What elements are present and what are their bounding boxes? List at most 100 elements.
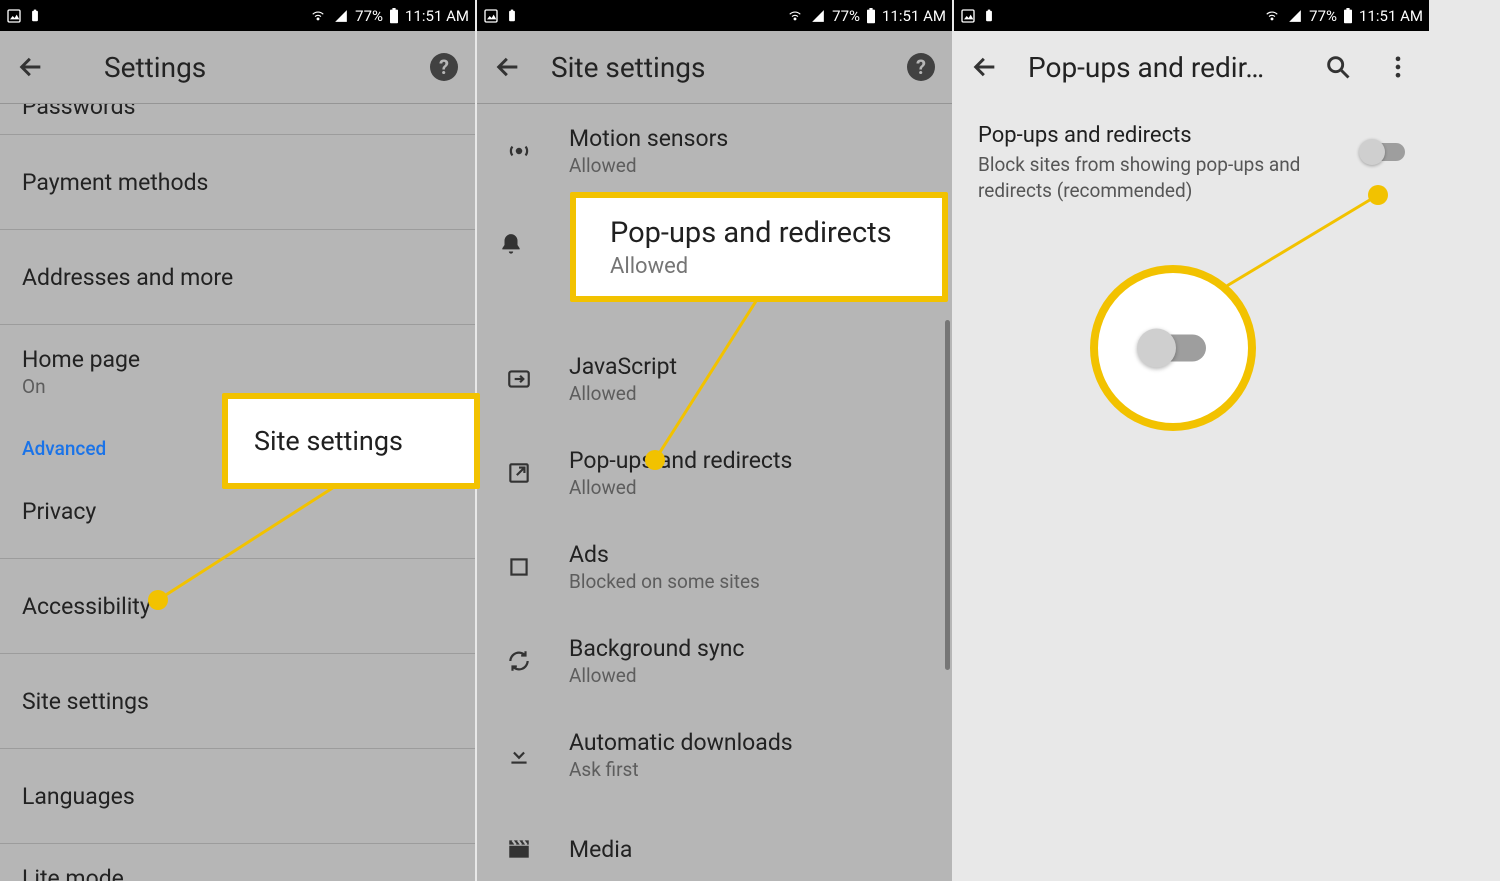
list-item-label: Automatic downloads <box>569 729 793 756</box>
help-button[interactable]: ? <box>904 50 938 84</box>
open-new-icon <box>499 460 539 486</box>
popup-toggle-row[interactable]: Pop-ups and redirects Block sites from s… <box>954 103 1429 203</box>
list-item-sub: Ask first <box>569 758 793 781</box>
settings-list: Payment methods Addresses and more Home … <box>0 135 475 881</box>
list-item-javascript[interactable]: JavaScript Allowed <box>477 332 952 426</box>
battery-icon <box>866 8 876 24</box>
battery-icon <box>1343 8 1353 24</box>
status-bar: 77% 11:51 AM <box>0 0 475 31</box>
clapper-icon <box>499 836 539 862</box>
clock: 11:51 AM <box>405 7 469 25</box>
screen-site-settings: 77% 11:51 AM Site settings ? Motion sens… <box>477 0 952 881</box>
list-item-label: Motion sensors <box>569 125 728 152</box>
callout-label: Pop-ups and redirects <box>610 216 942 250</box>
list-item-sub: Allowed <box>569 382 677 405</box>
list-item-languages[interactable]: Languages <box>0 749 475 844</box>
page-title: Pop-ups and redir… <box>1028 51 1295 84</box>
list-item-payment-methods[interactable]: Payment methods <box>0 135 475 230</box>
app-bar: Pop-ups and redir… <box>954 31 1429 103</box>
list-item-label: Privacy <box>22 498 96 525</box>
help-icon: ? <box>430 53 458 81</box>
list-item-label: Payment methods <box>22 169 208 196</box>
list-item-label: Lite mode <box>22 865 124 881</box>
page-title: Site settings <box>551 51 878 84</box>
list-item-sub: Allowed <box>569 664 744 687</box>
callout-toggle-zoom <box>1090 265 1256 431</box>
callout-sub: Allowed <box>610 254 942 279</box>
image-icon <box>483 8 499 24</box>
battery-percent: 77% <box>1309 7 1337 25</box>
popup-toggle[interactable] <box>1361 143 1405 161</box>
overflow-menu-button[interactable] <box>1381 50 1415 84</box>
list-item-label: Home page <box>22 346 140 373</box>
image-icon <box>960 8 976 24</box>
popup-row-title: Pop-ups and redirects <box>978 123 1343 148</box>
list-item-label: Media <box>569 836 632 863</box>
list-item-label: Ads <box>569 541 760 568</box>
list-item-label: Addresses and more <box>22 264 233 291</box>
list-item-media[interactable]: Media <box>477 802 952 881</box>
download-icon <box>499 742 539 768</box>
page-title: Settings <box>104 51 401 84</box>
callout-popups: Pop-ups and redirects Allowed <box>570 192 948 302</box>
status-bar: 77% 11:51 AM <box>477 0 952 31</box>
search-button[interactable] <box>1321 50 1355 84</box>
list-item-sub: Allowed <box>569 154 728 177</box>
bell-icon <box>498 232 524 262</box>
sync-icon <box>499 648 539 674</box>
more-vert-icon <box>1384 53 1412 81</box>
battery-saver-icon <box>28 8 42 24</box>
screen-popups-redirects: 77% 11:51 AM Pop-ups and redir… Pop-ups … <box>954 0 1429 881</box>
list-item-label: Background sync <box>569 635 744 662</box>
battery-saver-icon <box>505 8 519 24</box>
signal-icon <box>1287 9 1303 23</box>
help-icon: ? <box>907 53 935 81</box>
status-bar: 77% 11:51 AM <box>954 0 1429 31</box>
toggle-zoomed <box>1140 335 1206 362</box>
signal-icon <box>810 9 826 23</box>
list-item-auto-downloads[interactable]: Automatic downloads Ask first <box>477 708 952 802</box>
popup-row-sub: Block sites from showing pop-ups and red… <box>978 152 1308 203</box>
list-item-cut[interactable]: Passwords <box>0 104 475 135</box>
image-icon <box>6 8 22 24</box>
help-button[interactable]: ? <box>427 50 461 84</box>
wifi-icon <box>309 9 327 23</box>
wifi-icon <box>786 9 804 23</box>
square-icon <box>499 554 539 580</box>
battery-percent: 77% <box>832 7 860 25</box>
battery-saver-icon <box>982 8 996 24</box>
list-item-label: Accessibility <box>22 593 151 620</box>
tab-arrow-icon <box>499 366 539 392</box>
list-item-ads[interactable]: Ads Blocked on some sites <box>477 520 952 614</box>
list-item-site-settings[interactable]: Site settings <box>0 654 475 749</box>
search-icon <box>1324 53 1352 81</box>
list-item-addresses[interactable]: Addresses and more <box>0 230 475 325</box>
back-button[interactable] <box>968 50 1002 84</box>
list-item-popups-2[interactable]: Pop-ups and redirects Allowed <box>477 426 952 520</box>
app-bar: Settings ? <box>0 31 475 104</box>
list-item-lite-mode[interactable]: Lite mode Off <box>0 844 475 881</box>
wifi-icon <box>1263 9 1281 23</box>
list-item-motion-sensors[interactable]: Motion sensors Allowed <box>477 104 952 198</box>
callout-site-settings: Site settings <box>222 393 480 489</box>
clock: 11:51 AM <box>882 7 946 25</box>
list-item-label: JavaScript <box>569 353 677 380</box>
clock: 11:51 AM <box>1359 7 1423 25</box>
battery-percent: 77% <box>355 7 383 25</box>
list-item-label: Pop-ups and redirects <box>569 447 792 474</box>
list-item-sub: Blocked on some sites <box>569 570 760 593</box>
callout-label: Site settings <box>254 425 474 457</box>
back-button[interactable] <box>491 50 525 84</box>
list-item-label: Site settings <box>22 688 149 715</box>
list-item-accessibility[interactable]: Accessibility <box>0 559 475 654</box>
back-button[interactable] <box>14 50 48 84</box>
signal-icon <box>333 9 349 23</box>
motion-icon <box>499 138 539 164</box>
list-item-sub: On <box>22 375 140 398</box>
scrollbar[interactable] <box>945 320 950 670</box>
list-item-background-sync[interactable]: Background sync Allowed <box>477 614 952 708</box>
list-item-label: Languages <box>22 783 135 810</box>
battery-icon <box>389 8 399 24</box>
app-bar: Site settings ? <box>477 31 952 104</box>
list-item-sub: Allowed <box>569 476 792 499</box>
